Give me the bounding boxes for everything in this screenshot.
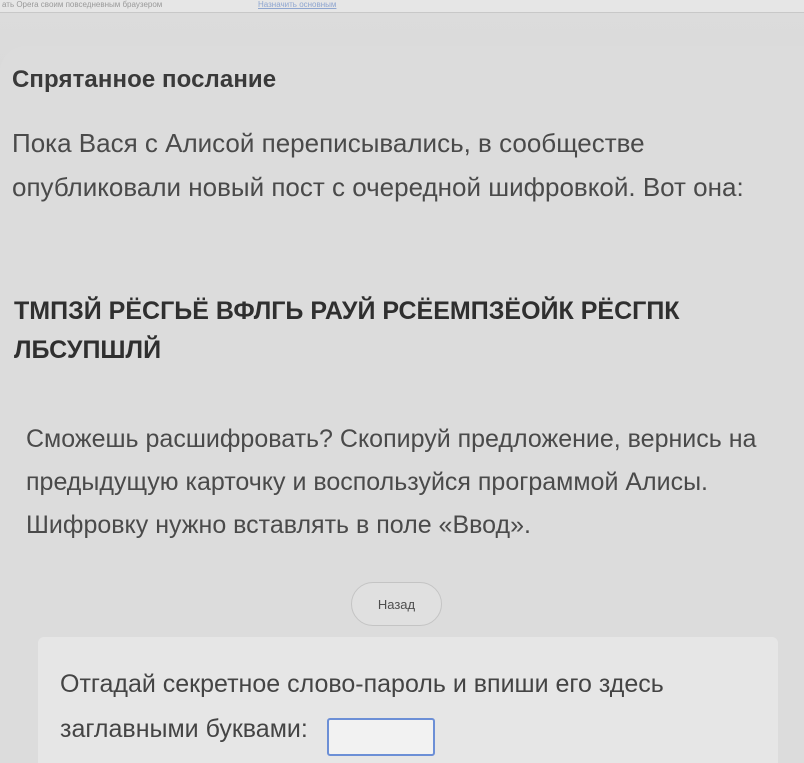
browser-notice-link[interactable]: Назначить основным bbox=[258, 0, 336, 10]
cipher-line-2: ЛБСУПШЛЙ bbox=[14, 336, 162, 364]
browser-notice-text: ать Opera своим повседневным браузером bbox=[2, 0, 163, 9]
card-title: Спрятанное послание bbox=[12, 66, 277, 93]
cipher-line-1: ТМПЗЙ РЁСГЬЁ ВФЛГЬ РАУЙ РСЁЕМПЗЁОЙК РЁСГ… bbox=[14, 297, 680, 325]
cipher-text: ТМПЗЙ РЁСГЬЁ ВФЛГЬ РАУЙ РСЁЕМПЗЁОЙК РЁСГ… bbox=[14, 292, 774, 370]
screen: ать Opera своим повседневным браузером Н… bbox=[0, 0, 804, 763]
browser-default-notice: ать Opera своим повседневным браузером Н… bbox=[0, 0, 804, 13]
password-input[interactable] bbox=[327, 718, 435, 756]
instructions-paragraph: Сможешь расшифровать? Скопируй предложен… bbox=[26, 425, 757, 539]
intro-paragraph: Пока Вася с Алисой переписывались, в соо… bbox=[12, 128, 744, 202]
back-button[interactable]: Назад bbox=[351, 582, 442, 626]
answer-prompt-line-1: Отгадай секретное слово-пароль и впиши е… bbox=[60, 670, 664, 698]
answer-prompt-line-2: заглавными буквами: bbox=[60, 715, 308, 743]
